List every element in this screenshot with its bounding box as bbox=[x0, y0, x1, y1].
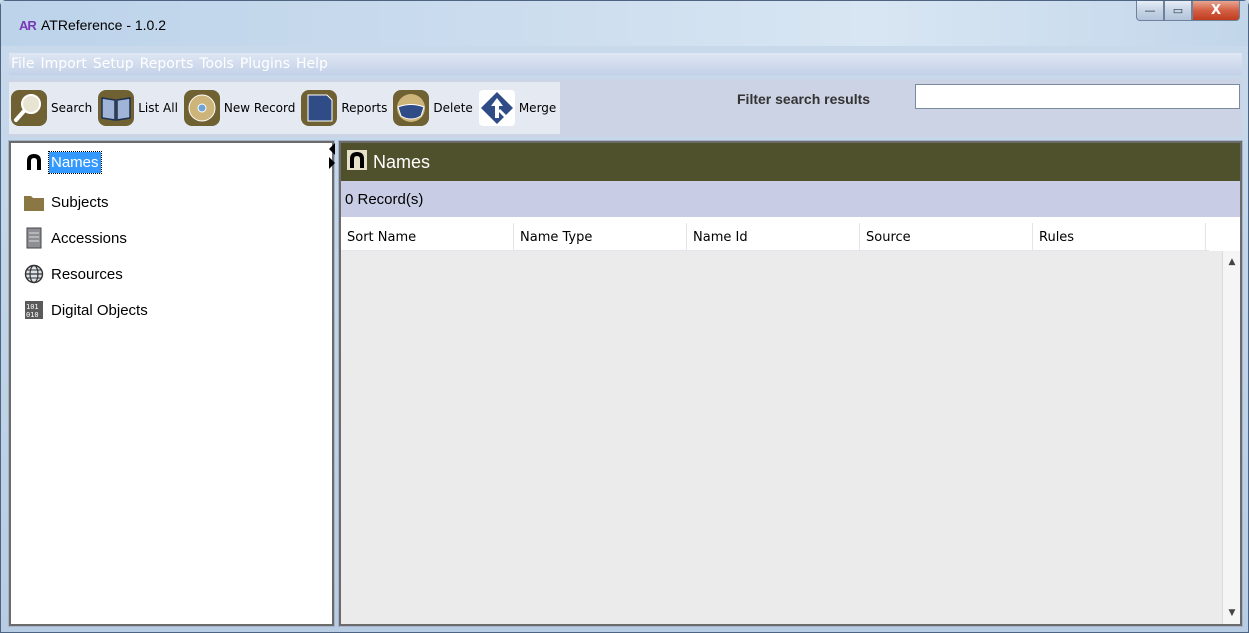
disc-icon bbox=[183, 90, 220, 126]
delete-button-label: Delete bbox=[433, 101, 473, 115]
svg-text:010: 010 bbox=[26, 311, 39, 319]
panel-header: Names bbox=[341, 143, 1240, 181]
filter-input[interactable] bbox=[915, 84, 1240, 109]
record-count: 0 Record(s) bbox=[341, 181, 1240, 217]
list-all-button[interactable]: List All bbox=[96, 82, 182, 134]
scroll-up-icon[interactable]: ▲ bbox=[1227, 257, 1237, 267]
minimize-icon: — bbox=[1144, 4, 1156, 17]
nav-item-label: Digital Objects bbox=[51, 301, 148, 319]
reports-button[interactable]: Reports bbox=[299, 82, 392, 134]
column-header-rules[interactable]: Rules bbox=[1033, 223, 1206, 251]
maximize-icon: ▭ bbox=[1172, 4, 1184, 17]
nav-item-names[interactable]: Names bbox=[23, 149, 102, 175]
search-button-label: Search bbox=[51, 101, 93, 115]
name-icon bbox=[347, 150, 367, 174]
menu-import[interactable]: Import bbox=[37, 56, 89, 72]
new-record-button-label: New Record bbox=[223, 101, 296, 115]
column-header-name-type[interactable]: Name Type bbox=[514, 223, 687, 251]
close-icon: X bbox=[1210, 3, 1222, 18]
column-header-source[interactable]: Source bbox=[860, 223, 1033, 251]
table-header: Sort Name Name Type Name Id Source Rules bbox=[341, 223, 1209, 251]
scroll-down-icon[interactable]: ▼ bbox=[1227, 608, 1237, 618]
delete-button[interactable]: Delete bbox=[391, 82, 477, 134]
close-button[interactable]: X bbox=[1192, 1, 1240, 21]
maximize-button[interactable]: ▭ bbox=[1164, 1, 1192, 21]
merge-button[interactable]: Merge bbox=[476, 82, 561, 134]
nav-panel: Names Subjects Accessions Resources 101 0… bbox=[8, 140, 335, 627]
window-controls: — ▭ X bbox=[1136, 1, 1240, 21]
toolbar: Search List All New Record Reports Delet… bbox=[9, 79, 1242, 137]
folder-icon bbox=[23, 191, 45, 213]
menu-tools[interactable]: Tools bbox=[196, 56, 237, 72]
menu-bar: File Import Setup Reports Tools Plugins … bbox=[9, 53, 1242, 75]
nav-item-digital-objects[interactable]: 101 010 Digital Objects bbox=[23, 297, 150, 323]
vertical-scrollbar[interactable]: ▲ ▼ bbox=[1222, 251, 1240, 624]
filter-label: Filter search results bbox=[737, 91, 871, 107]
binary-icon: 101 010 bbox=[23, 299, 45, 321]
app-logo-icon: AR bbox=[19, 18, 37, 33]
menu-reports[interactable]: Reports bbox=[137, 56, 197, 72]
menu-file[interactable]: File bbox=[9, 56, 37, 72]
nav-item-label: Subjects bbox=[51, 193, 109, 211]
nav-item-label: Names bbox=[48, 150, 102, 174]
report-icon bbox=[301, 90, 338, 126]
title-bar: AR ATReference - 1.0.2 — ▭ X bbox=[1, 1, 1248, 46]
nav-item-label: Resources bbox=[51, 265, 123, 283]
minimize-button[interactable]: — bbox=[1136, 1, 1164, 21]
svg-text:101: 101 bbox=[26, 303, 39, 311]
nav-item-resources[interactable]: Resources bbox=[23, 261, 125, 287]
new-record-button[interactable]: New Record bbox=[181, 82, 300, 134]
splitter-handle[interactable] bbox=[327, 141, 337, 171]
nav-item-accessions[interactable]: Accessions bbox=[23, 225, 129, 251]
delete-icon bbox=[393, 90, 430, 126]
merge-button-label: Merge bbox=[518, 101, 557, 115]
records-table[interactable] bbox=[341, 251, 1222, 624]
list-all-button-label: List All bbox=[138, 101, 178, 115]
app-window: AR ATReference - 1.0.2 — ▭ X File Import… bbox=[0, 0, 1249, 633]
book-icon bbox=[98, 90, 135, 126]
nav-item-label: Accessions bbox=[51, 229, 127, 247]
magnifier-icon bbox=[11, 90, 47, 126]
panel-title: Names bbox=[373, 151, 431, 172]
column-header-sort-name[interactable]: Sort Name bbox=[341, 223, 514, 251]
column-header-name-id[interactable]: Name Id bbox=[687, 223, 860, 251]
nav-item-subjects[interactable]: Subjects bbox=[23, 189, 111, 215]
merge-icon bbox=[478, 90, 515, 126]
globe-icon bbox=[23, 263, 45, 285]
menu-setup[interactable]: Setup bbox=[90, 56, 137, 72]
menu-help[interactable]: Help bbox=[293, 56, 331, 72]
reports-button-label: Reports bbox=[341, 101, 388, 115]
content-panel: Names 0 Record(s) Sort Name Name Type Na… bbox=[338, 140, 1243, 627]
name-icon bbox=[23, 151, 45, 173]
search-button[interactable]: Search bbox=[9, 82, 97, 134]
window-title: ATReference - 1.0.2 bbox=[41, 17, 167, 33]
menu-plugins[interactable]: Plugins bbox=[237, 56, 293, 72]
ledger-icon bbox=[23, 227, 45, 249]
